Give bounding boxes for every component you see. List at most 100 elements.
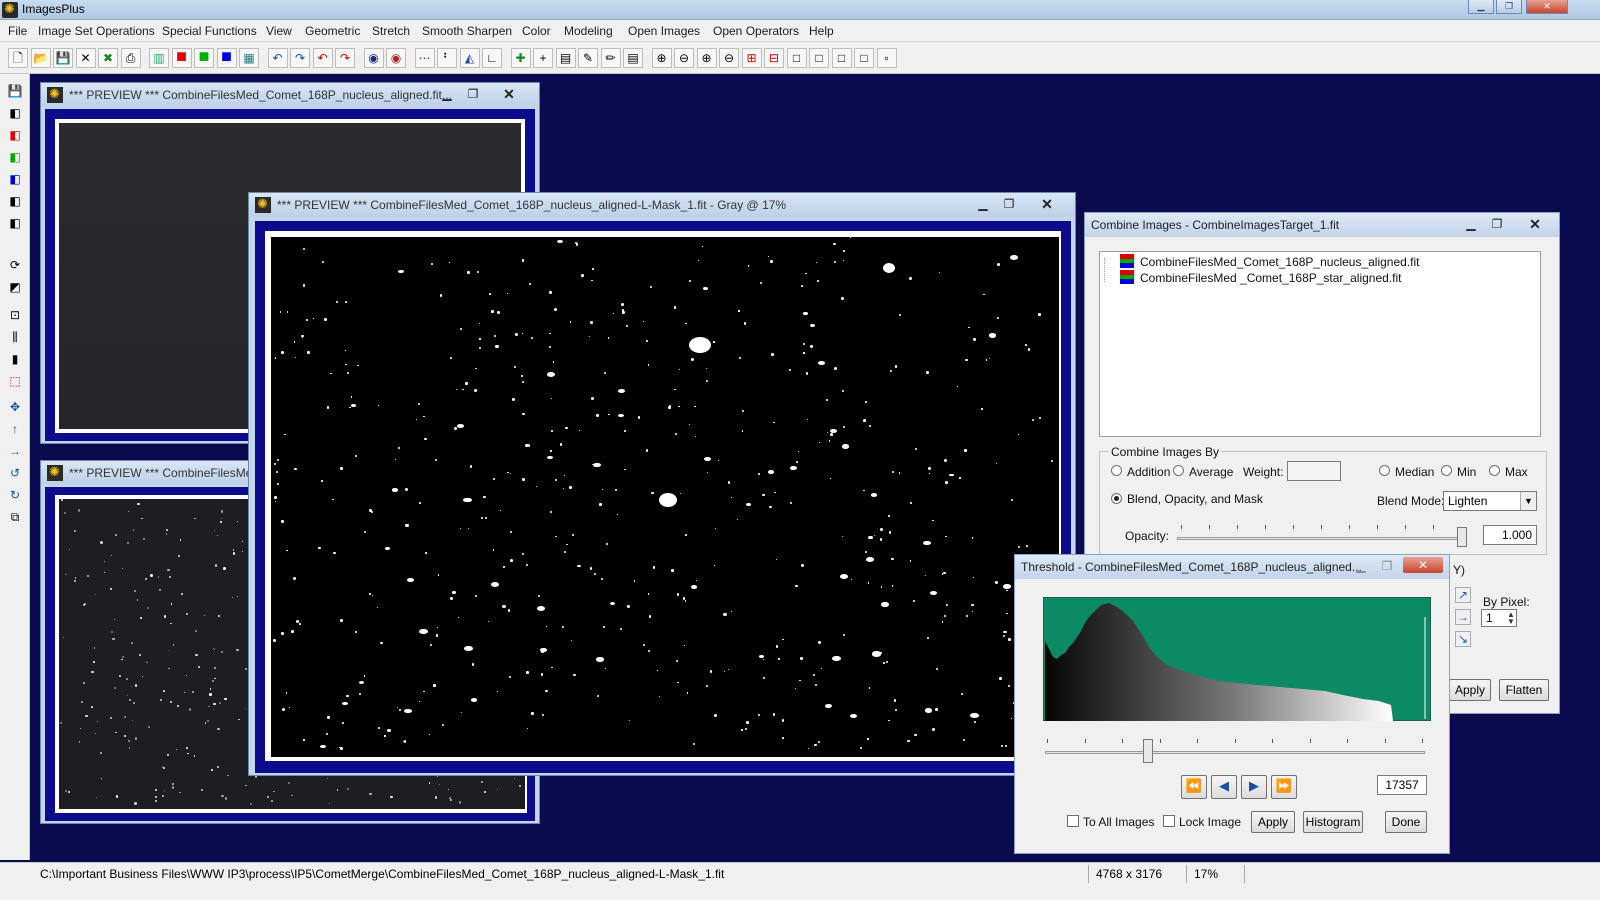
open-icon[interactable]: 📂	[30, 48, 51, 68]
threshold-titlebar[interactable]: Threshold - CombineFilesMed_Comet_168P_n…	[1015, 555, 1449, 579]
print-icon[interactable]: ⎙	[120, 48, 141, 68]
histogram-button[interactable]: Histogram	[1303, 811, 1363, 833]
menu-open-operators[interactable]: Open Operators	[713, 24, 799, 38]
blue-channel-icon[interactable]: ■	[216, 47, 237, 68]
rgb-icon[interactable]: ▥	[149, 48, 169, 68]
zoom-actual-icon[interactable]: ⊖	[719, 48, 739, 68]
arrow-down-right-icon[interactable]: ↘	[1455, 631, 1471, 647]
app-maximize-button[interactable]: ❐	[1496, 0, 1522, 14]
arrow-right-icon[interactable]: →	[1455, 609, 1471, 625]
close-icon[interactable]: ✕	[1403, 557, 1443, 573]
save-icon[interactable]: 💾	[53, 48, 73, 68]
file-list[interactable]: CombineFilesMed_Comet_168P_nucleus_align…	[1099, 251, 1541, 437]
paste-icon[interactable]: ⧉	[6, 508, 24, 526]
arrow-up-icon[interactable]: ↑	[6, 420, 24, 438]
redo-icon[interactable]: ↷	[290, 48, 310, 68]
crosshair-icon[interactable]: ✚	[510, 48, 531, 68]
cross-icon[interactable]: +	[533, 48, 553, 68]
calculator-icon[interactable]: ▤	[555, 48, 576, 68]
rect5-icon[interactable]: ▫	[876, 48, 897, 68]
to-all-images-checkbox[interactable]	[1067, 815, 1079, 827]
close-icon[interactable]: ✕	[1035, 195, 1059, 213]
mask-image[interactable]	[271, 237, 1059, 757]
arrow-up-right-icon[interactable]: ↗	[1455, 587, 1471, 603]
box-icon[interactable]: ⊡	[6, 306, 24, 324]
rect3-icon[interactable]: □	[831, 48, 852, 68]
menu-special-functions[interactable]: Special Functions	[162, 24, 257, 38]
close-icon[interactable]: ✕	[497, 85, 521, 103]
dot-icon[interactable]: ◉	[386, 48, 406, 68]
opacity-slider-thumb[interactable]	[1457, 527, 1467, 547]
green-layer-icon[interactable]: ◧	[6, 148, 24, 166]
zoom-fit-icon[interactable]: ⊕	[696, 48, 717, 68]
menu-open-images[interactable]: Open Images	[628, 24, 700, 38]
combine-images-titlebar[interactable]: Combine Images - CombineImagesTarget_1.f…	[1085, 213, 1559, 237]
green-channel-icon[interactable]: ■	[194, 47, 214, 68]
median-radio[interactable]	[1379, 465, 1390, 476]
close-icon[interactable]: ✕	[1523, 215, 1547, 233]
minimize-icon[interactable]: ▁	[1459, 215, 1483, 233]
threshold-apply-button[interactable]: Apply	[1251, 811, 1295, 833]
menu-smooth-sharpen[interactable]: Smooth Sharpen	[422, 24, 512, 38]
red-channel-icon[interactable]: ■	[171, 47, 192, 68]
redo-all-icon[interactable]: ↷	[335, 48, 355, 68]
mask-preview-window[interactable]: *** PREVIEW *** CombineFilesMed_Comet_16…	[248, 192, 1076, 776]
menu-help[interactable]: Help	[809, 24, 834, 38]
arrow-right-icon[interactable]: →	[6, 442, 24, 460]
spinner-icon[interactable]: ▲ ▼	[1507, 611, 1515, 626]
mask-preview-titlebar[interactable]: *** PREVIEW *** CombineFilesMed_Comet_16…	[249, 193, 1075, 217]
opacity-input[interactable]: 1.000	[1483, 525, 1537, 545]
chart-icon[interactable]: ◭	[459, 48, 480, 68]
palette-icon[interactable]: ✎	[578, 48, 598, 68]
gradient-icon[interactable]: ◩	[6, 278, 24, 296]
step-forward-icon[interactable]: ▶	[1241, 775, 1267, 799]
pixel-icon[interactable]: ⠃	[437, 48, 457, 68]
rect2-icon[interactable]: □	[809, 48, 829, 68]
threshold-value-input[interactable]: 17357	[1377, 775, 1427, 795]
layer-icon[interactable]: ◧	[6, 104, 24, 122]
rect1-icon[interactable]: □	[786, 48, 807, 68]
red-layer-icon[interactable]: ◧	[6, 126, 24, 144]
table-icon[interactable]: ▤	[623, 48, 643, 68]
minus-box-icon[interactable]: ⊟	[764, 48, 784, 68]
app-close-button[interactable]: ✕	[1526, 0, 1568, 14]
clone-icon[interactable]: ⟳	[6, 256, 24, 274]
menu-image-set-operations[interactable]: Image Set Operations	[38, 24, 155, 38]
blend-radio[interactable]	[1111, 493, 1122, 504]
menu-stretch[interactable]: Stretch	[372, 24, 410, 38]
move-icon[interactable]: ✥	[6, 398, 24, 416]
rect4-icon[interactable]: □	[854, 48, 874, 68]
menu-view[interactable]: View	[266, 24, 292, 38]
new-icon[interactable]: 🗋	[8, 48, 28, 68]
grid-icon[interactable]: ▦	[239, 48, 259, 68]
blend-mode-select[interactable]: Lighten ▼	[1443, 491, 1537, 511]
circle-icon[interactable]: ◉	[363, 48, 384, 68]
minimize-icon[interactable]: ▁	[435, 85, 459, 103]
menu-file[interactable]: File	[8, 24, 27, 38]
minimize-icon[interactable]: ▁	[1349, 557, 1373, 575]
pencil-icon[interactable]: ✏	[600, 48, 621, 68]
step-back-icon[interactable]: ◀	[1211, 775, 1237, 799]
flatten-button[interactable]: Flatten	[1499, 679, 1549, 701]
maximize-icon[interactable]: ❐	[997, 195, 1021, 213]
app-minimize-button[interactable]: ▁	[1468, 0, 1494, 14]
save-icon[interactable]: 💾	[6, 82, 24, 100]
zoom-out-icon[interactable]: ⊖	[674, 48, 694, 68]
lock-image-checkbox[interactable]	[1163, 815, 1175, 827]
forward-fast-icon[interactable]: ⏩	[1271, 775, 1297, 799]
weight-input[interactable]	[1287, 461, 1341, 481]
rewind-fast-icon[interactable]: ⏪	[1181, 775, 1207, 799]
preview-window-1-titlebar[interactable]: *** PREVIEW *** CombineFilesMed_Comet_16…	[41, 83, 539, 107]
undo-icon[interactable]: ↶	[267, 48, 288, 68]
copy-icon[interactable]: ◧	[6, 214, 24, 232]
bars-icon[interactable]: ⫼	[6, 328, 24, 346]
blue-layer-icon[interactable]: ◧	[6, 170, 24, 188]
min-radio[interactable]	[1441, 465, 1452, 476]
max-radio[interactable]	[1489, 465, 1500, 476]
file-list-item[interactable]: CombineFilesMed_Comet_168P_nucleus_align…	[1140, 255, 1420, 269]
minimize-icon[interactable]: ▁	[971, 195, 995, 213]
black-icon[interactable]: ▮	[6, 350, 24, 368]
threshold-slider-thumb[interactable]	[1142, 739, 1153, 763]
menu-geometric[interactable]: Geometric	[305, 24, 360, 38]
dotted-line-icon[interactable]: ⋯	[414, 48, 435, 68]
